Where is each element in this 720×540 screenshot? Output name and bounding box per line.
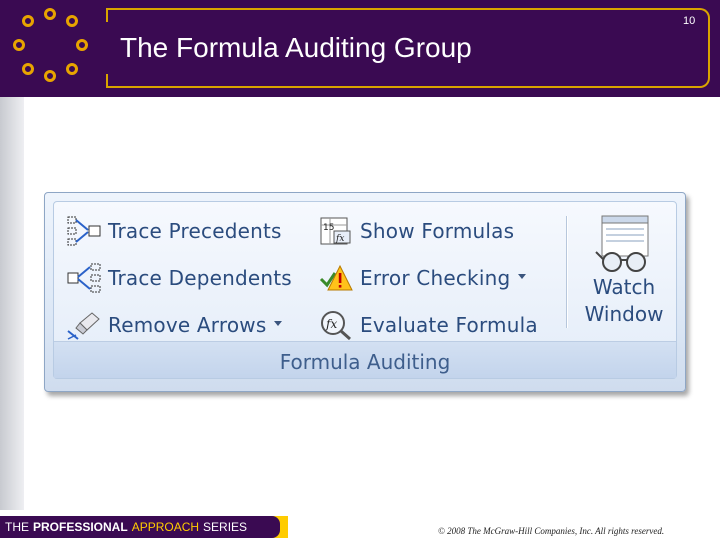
show-formulas-icon: 15 fx [318, 215, 354, 247]
show-formulas-button[interactable]: 15 fx Show Formulas [318, 212, 514, 250]
watch-window-icon [592, 214, 656, 274]
side-bar [0, 97, 24, 510]
trace-precedents-button[interactable]: Trace Precedents [66, 212, 282, 250]
series-series: SERIES [203, 520, 248, 534]
eraser-icon [66, 309, 102, 341]
show-formulas-label: Show Formulas [360, 219, 515, 243]
error-checking-label: Error Checking [360, 266, 511, 290]
evaluate-formula-label: Evaluate Formula [360, 313, 538, 337]
evaluate-formula-button[interactable]: fx Evaluate Formula [318, 306, 538, 344]
remove-arrows-label: Remove Arrows [108, 313, 267, 337]
trace-precedents-icon [66, 215, 102, 247]
error-checking-icon [318, 262, 354, 294]
group-label: Formula Auditing [279, 350, 451, 374]
series-banner-inner: THE PROFESSIONAL APPROACH SERIES [0, 516, 280, 538]
evaluate-formula-icon: fx [318, 309, 354, 341]
trace-dependents-button[interactable]: Trace Dependents [66, 259, 292, 297]
page-title: The Formula Auditing Group [120, 32, 472, 63]
watch-window-label-line2: Window [584, 302, 664, 326]
ribbon-formula-auditing-group: Trace Precedents Trace Dependents Remove… [44, 192, 686, 392]
slide-number: 10 [683, 15, 696, 27]
series-banner: THE PROFESSIONAL APPROACH SERIES [0, 516, 288, 538]
svg-text:fx: fx [335, 234, 344, 244]
watch-window-button[interactable]: Watch Window [574, 214, 674, 338]
error-checking-button[interactable]: Error Checking [318, 259, 527, 297]
group-footer: Formula Auditing [54, 341, 676, 378]
chevron-down-icon[interactable] [518, 273, 527, 279]
svg-text:fx: fx [325, 317, 337, 331]
watch-window-label-line1: Watch [592, 275, 656, 299]
series-professional: PROFESSIONAL [33, 520, 128, 534]
slide-header: The Formula Auditing Group 10 [0, 0, 720, 97]
ribbon-group-panel: Trace Precedents Trace Dependents Remove… [53, 201, 677, 379]
copyright-notice: © 2008 The McGraw-Hill Companies, Inc. A… [438, 526, 665, 536]
series-approach: APPROACH [131, 520, 200, 534]
trace-dependents-icon [66, 262, 102, 294]
chevron-down-icon[interactable] [274, 320, 283, 326]
trace-precedents-label: Trace Precedents [108, 219, 282, 243]
remove-arrows-button[interactable]: Remove Arrows [66, 306, 283, 344]
logo-rings-icon [8, 6, 102, 92]
group-separator [566, 216, 567, 328]
series-the: THE [5, 520, 29, 534]
svg-text:15: 15 [323, 223, 334, 233]
trace-dependents-label: Trace Dependents [108, 266, 292, 290]
